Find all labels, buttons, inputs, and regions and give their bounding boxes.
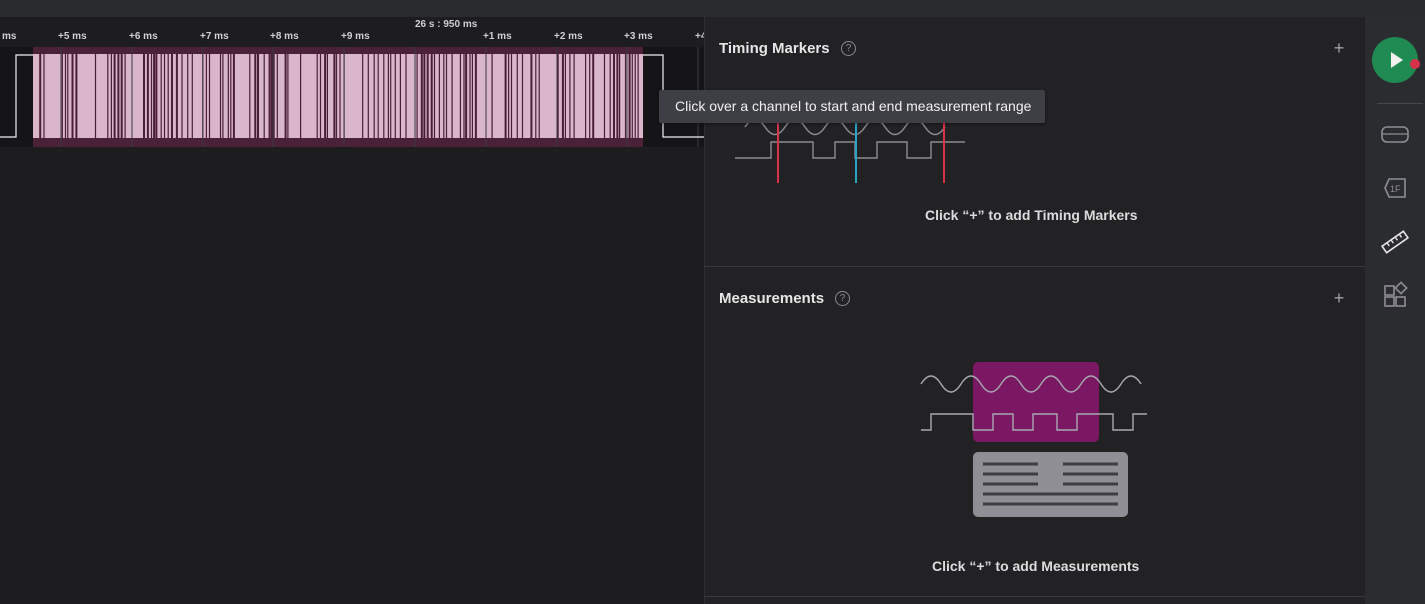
measurements-title: Measurements xyxy=(719,290,825,307)
time-tick: +2 ms xyxy=(554,31,583,42)
time-tick: +1 ms xyxy=(483,31,512,42)
time-tick: +6 ms xyxy=(129,31,158,42)
measurements-section: Measurements ? + Click “+” to add Measur… xyxy=(705,267,1366,597)
top-bar xyxy=(0,0,1425,17)
channel-waveform[interactable] xyxy=(0,47,704,147)
time-tick: +8 ms xyxy=(270,31,299,42)
time-tick: +9 ms xyxy=(341,31,370,42)
protocol-decoder-icon[interactable]: 1F xyxy=(1380,173,1410,203)
time-tick: +3 ms xyxy=(624,31,653,42)
timing-markers-illustration xyxy=(735,118,965,183)
measurements-empty-text: Click “+” to add Measurements xyxy=(932,558,1140,574)
measurement-tooltip: Click over a channel to start and end me… xyxy=(659,90,1045,123)
timing-markers-section: Timing Markers ? + Click “+” to add Timi… xyxy=(705,17,1366,267)
right-sidebar: 1F xyxy=(1365,17,1425,604)
time-tick: +4 xyxy=(695,31,704,42)
signal-trace-left xyxy=(0,54,33,138)
add-timing-marker-button[interactable]: + xyxy=(1331,39,1347,57)
timing-markers-empty-text: Click “+” to add Timing Markers xyxy=(925,207,1138,223)
add-measurement-button[interactable]: + xyxy=(1331,289,1347,307)
analyzers-icon[interactable] xyxy=(1380,119,1410,149)
timing-markers-title: Timing Markers xyxy=(719,40,830,57)
time-tick: +7 ms xyxy=(200,31,229,42)
digital-channel-row[interactable] xyxy=(0,47,704,147)
measure-ruler-icon[interactable] xyxy=(1380,227,1410,257)
sidebar-divider xyxy=(1377,103,1423,104)
extensions-icon[interactable] xyxy=(1380,281,1410,311)
help-icon[interactable]: ? xyxy=(841,41,856,56)
start-capture-button[interactable] xyxy=(1372,37,1420,83)
svg-text:1F: 1F xyxy=(1390,184,1401,194)
time-anchor-label: 26 s : 950 ms xyxy=(415,19,478,30)
help-icon[interactable]: ? xyxy=(835,291,850,306)
measurements-illustration xyxy=(920,362,1147,517)
waveform-view[interactable]: 26 s : 950 ms ms +5 ms +6 ms +7 ms +8 ms… xyxy=(0,17,704,604)
time-tick: ms xyxy=(2,31,17,42)
time-tick: +5 ms xyxy=(58,31,87,42)
record-indicator-dot xyxy=(1410,59,1420,69)
time-ruler[interactable]: 26 s : 950 ms ms +5 ms +6 ms +7 ms +8 ms… xyxy=(0,17,704,47)
